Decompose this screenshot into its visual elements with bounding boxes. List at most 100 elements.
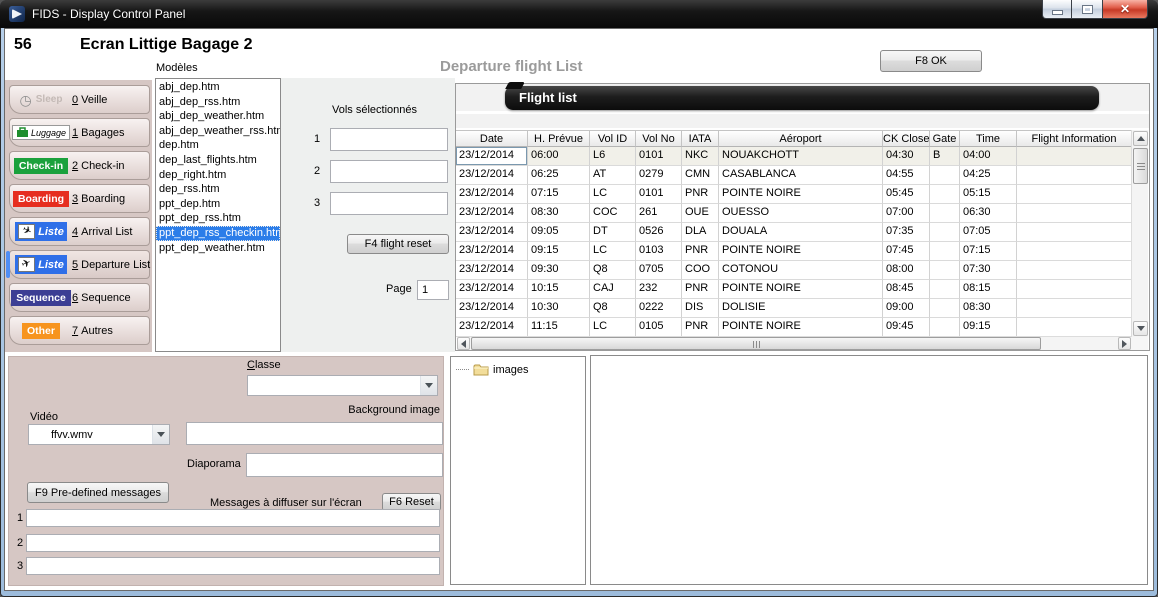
model-item[interactable]: abj_dep_rss.htm [156,95,280,110]
sidebar-item-arrival-list[interactable]: ✈Liste4Arrival List [9,217,150,246]
flight-cell: LC [590,242,636,261]
model-item[interactable]: dep_right.htm [156,168,280,183]
column-header[interactable]: IATA [682,130,719,147]
selected-flights-panel [281,78,455,352]
minimize-icon [1053,11,1062,14]
flight-slot-2-input[interactable] [330,160,448,183]
flight-cell: 04:30 [883,147,930,166]
video-label: Vidéo [30,411,58,423]
model-item[interactable]: ppt_dep.htm [156,197,280,212]
flight-cell: 10:30 [528,299,590,318]
column-header[interactable]: Date [456,130,528,147]
sidebar-item-departure-list[interactable]: ✈Liste5Departure List [9,250,150,279]
chevron-down-icon [157,432,165,437]
model-item[interactable]: ppt_dep_weather.htm [156,241,280,256]
flight-row[interactable]: 23/12/201409:15LC0103PNRPOINTE NOIRE07:4… [456,242,1132,261]
column-header[interactable]: H. Prévue [528,130,590,147]
column-header[interactable]: Vol ID [590,130,636,147]
badge-check-in: Check-in [10,158,72,174]
flight-cell [1017,166,1132,185]
models-listbox[interactable]: abj_dep.htmabj_dep_rss.htmabj_dep_weathe… [155,78,281,352]
column-header[interactable]: Aéroport [719,130,883,147]
model-item[interactable]: abj_dep_weather_rss.htm [156,124,280,139]
flight-cell: 07:15 [528,185,590,204]
sidebar-item-check-in[interactable]: Check-in2Check-in [9,151,150,180]
sidebar-item-label: 3Boarding [72,193,125,205]
column-header[interactable]: Time [960,130,1017,147]
flight-cell: 09:45 [883,318,930,337]
message-2-input[interactable] [26,534,440,552]
flight-row[interactable]: 23/12/201407:15LC0101PNRPOINTE NOIRE05:4… [456,185,1132,204]
flight-row[interactable]: 23/12/201409:05DT0526DLADOUALA07:3507:05 [456,223,1132,242]
horizontal-scrollbar[interactable] [457,336,1131,350]
model-item[interactable]: abj_dep.htm [156,80,280,95]
flight-cell: 09:00 [883,299,930,318]
f4-flight-reset-button[interactable]: F4 flight reset [347,234,449,254]
flight-cell [930,261,960,280]
flight-cell: OUESSO [719,204,883,223]
model-item[interactable]: dep.htm [156,138,280,153]
flight-row[interactable]: 23/12/201410:30Q80222DISDOLISIE09:0008:3… [456,299,1132,318]
flight-row[interactable]: 23/12/201411:15LC0105PNRPOINTE NOIRE09:4… [456,318,1132,337]
tree-node-images[interactable]: images [451,357,585,376]
flight-row[interactable]: 23/12/201406:00L60101NKCNOUAKCHOTT04:30B… [456,147,1132,166]
flight-cell: CAJ [590,280,636,299]
flight-cell: 0101 [636,147,682,166]
scroll-right-button[interactable] [1118,337,1131,350]
diaporama-input[interactable] [246,453,443,477]
vertical-scrollbar[interactable] [1131,130,1148,337]
horizontal-scroll-thumb[interactable] [471,337,1041,350]
sidebar-item-sequence[interactable]: Sequence6Sequence [9,283,150,312]
flight-slot-1-input[interactable] [330,128,448,151]
model-item[interactable]: ppt_dep_rss.htm [156,211,280,226]
scroll-down-button[interactable] [1133,321,1148,336]
classe-dropdown[interactable] [247,375,438,396]
arrow-up-icon [1137,136,1145,141]
flight-cell: 23/12/2014 [456,280,528,299]
message-3-input[interactable] [26,557,440,575]
model-item[interactable]: dep_rss.htm [156,182,280,197]
flight-row[interactable]: 23/12/201410:15CAJ232PNRPOINTE NOIRE08:4… [456,280,1132,299]
background-image-input[interactable] [186,422,443,445]
model-item[interactable]: ppt_dep_rss_checkin.htm [156,226,280,241]
scroll-up-button[interactable] [1133,131,1148,146]
minimize-button[interactable] [1042,0,1072,19]
flight-row[interactable]: 23/12/201408:30COC261OUEOUESSO07:0006:30 [456,204,1132,223]
message-1-input[interactable] [26,509,440,527]
f9-predefined-messages-button[interactable]: F9 Pre-defined messages [27,482,169,503]
flight-cell: Q8 [590,299,636,318]
tree-connector [456,369,469,370]
titlebar[interactable]: FIDS - Display Control Panel ✕ [0,0,1158,28]
sidebar-item-label: 4Arrival List [72,226,132,238]
flight-cell: 10:15 [528,280,590,299]
video-dropdown[interactable]: ffvv.wmv [28,424,170,445]
model-item[interactable]: abj_dep_weather.htm [156,109,280,124]
flight-cell: DIS [682,299,719,318]
column-header[interactable]: Vol No [636,130,682,147]
sidebar-item-bagages[interactable]: Luggage1Bagages [9,118,150,147]
sidebar-item-label: 0Veille [72,94,107,106]
close-button[interactable]: ✕ [1102,0,1148,19]
vertical-scroll-thumb[interactable] [1133,148,1148,184]
flight-cell: 0103 [636,242,682,261]
flight-row[interactable]: 23/12/201409:30Q80705COOCOTONOU08:0007:3… [456,261,1132,280]
message-3-label: 3 [17,560,23,572]
model-item[interactable]: dep_last_flights.htm [156,153,280,168]
maximize-button[interactable] [1072,0,1102,19]
video-dropdown-arrow[interactable] [152,425,169,444]
sidebar-item-boarding[interactable]: Boarding3Boarding [9,184,150,213]
column-header[interactable]: Gate [930,130,960,147]
flight-cell: 09:15 [960,318,1017,337]
page-input[interactable] [417,280,449,300]
f8-ok-button[interactable]: F8 OK [880,50,982,72]
scroll-left-button[interactable] [457,337,470,350]
flight-slot-3-input[interactable] [330,192,448,215]
flight-cell: NOUAKCHOTT [719,147,883,166]
sidebar-item-autres[interactable]: Other7Autres [9,316,150,345]
column-header[interactable]: CK Close [883,130,930,147]
sidebar-item-veille[interactable]: ◷Sleep0Veille [9,85,150,114]
app-icon [9,6,25,22]
column-header[interactable]: Flight Information [1017,130,1132,147]
classe-dropdown-arrow[interactable] [420,376,437,395]
flight-row[interactable]: 23/12/201406:25AT0279CMNCASABLANCA04:550… [456,166,1132,185]
